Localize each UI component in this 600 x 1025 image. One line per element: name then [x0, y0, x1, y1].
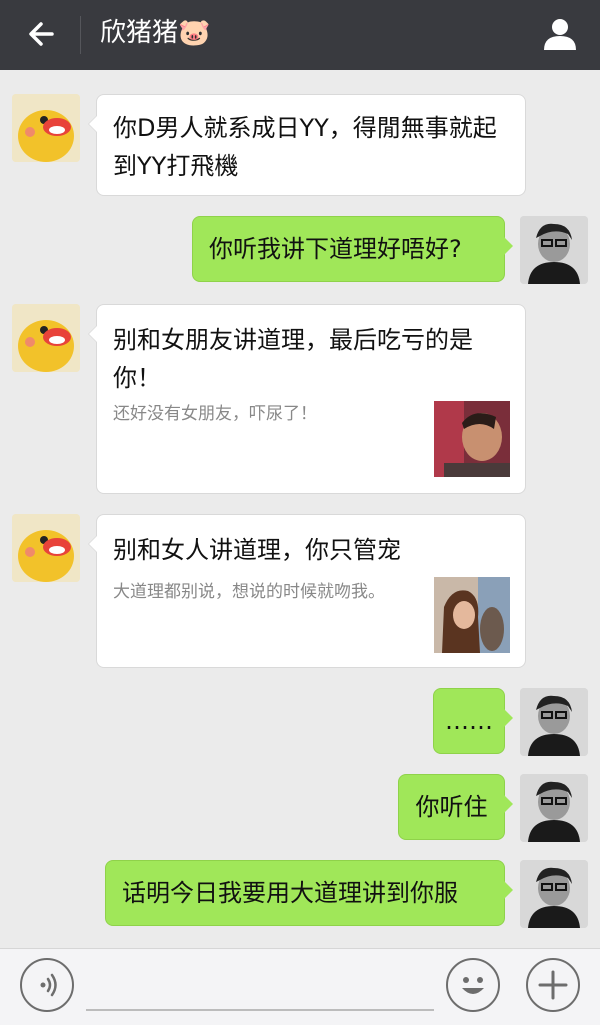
- message-bubble[interactable]: 话明今日我要用大道理讲到你服: [105, 860, 513, 926]
- header-divider: [80, 16, 81, 54]
- card-title: 别和女人讲道理，你只管宠: [113, 536, 401, 564]
- message-text: 你听住: [415, 793, 488, 821]
- message-text: ……: [445, 707, 493, 735]
- card-thumbnail: [434, 401, 510, 477]
- card-thumbnail: [434, 577, 510, 653]
- arrow-left-icon[interactable]: [22, 14, 62, 54]
- voice-button[interactable]: [20, 958, 74, 1012]
- more-button[interactable]: [526, 958, 580, 1012]
- card-description: 大道理都别说，想说的时候就吻我。: [113, 582, 385, 602]
- plus-icon: [538, 970, 568, 1000]
- my-avatar[interactable]: [520, 216, 588, 284]
- card-description: 还好没有女朋友，吓尿了！: [113, 404, 317, 424]
- friend-avatar[interactable]: [12, 94, 80, 162]
- message-input[interactable]: [86, 1009, 434, 1011]
- chat-header: 欣猪猪🐷: [0, 0, 600, 70]
- message-bubble[interactable]: 你听我讲下道理好唔好?: [192, 216, 513, 282]
- friend-avatar[interactable]: [12, 514, 80, 582]
- friend-avatar[interactable]: [12, 304, 80, 372]
- message-bubble[interactable]: 你D男人就系成日YY，得閒無事就起到YY打飛機: [88, 94, 526, 196]
- emoji-button[interactable]: [446, 958, 500, 1012]
- message-text: 你听我讲下道理好唔好?: [209, 235, 462, 263]
- input-bar: [0, 948, 600, 1025]
- message-bubble[interactable]: ……: [433, 688, 513, 754]
- link-card[interactable]: 别和女朋友讲道理，最后吃亏的是你！ 还好没有女朋友，吓尿了！: [88, 304, 526, 494]
- person-icon[interactable]: [540, 14, 580, 54]
- voice-icon: [40, 973, 57, 997]
- my-avatar[interactable]: [520, 774, 588, 842]
- my-avatar[interactable]: [520, 688, 588, 756]
- message-bubble[interactable]: 你听住: [398, 774, 513, 840]
- message-text: 话明今日我要用大道理讲到你服: [122, 879, 458, 907]
- my-avatar[interactable]: [520, 860, 588, 928]
- message-text: 你D男人就系成日YY，得閒無事就起到YY打飛機: [113, 114, 497, 180]
- link-card[interactable]: 别和女人讲道理，你只管宠 大道理都别说，想说的时候就吻我。: [88, 514, 526, 668]
- card-title: 别和女朋友讲道理，最后吃亏的是你！: [113, 326, 473, 392]
- smiley-icon: [462, 977, 484, 994]
- chat-title: 欣猪猪🐷: [100, 18, 211, 48]
